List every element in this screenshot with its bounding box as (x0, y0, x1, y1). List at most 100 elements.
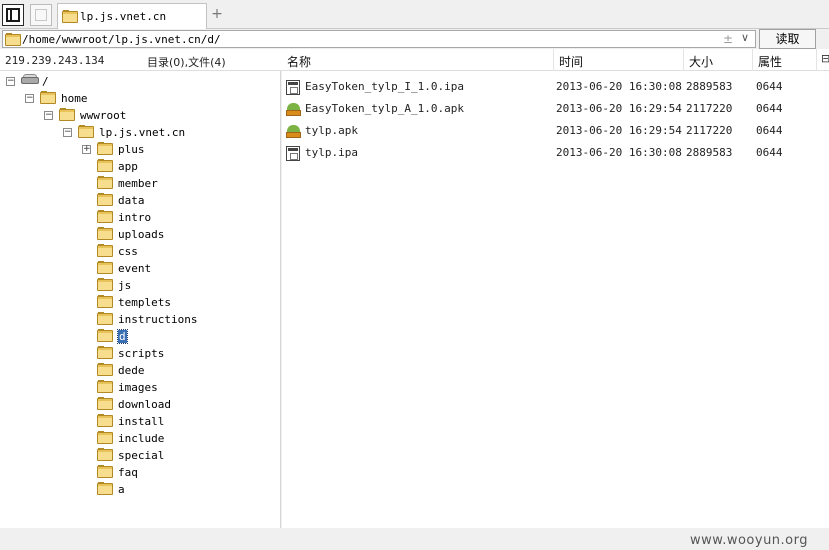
collapse-toggle[interactable]: − (63, 128, 72, 137)
file-size: 2117220 (686, 124, 733, 137)
tree-label: a (118, 483, 125, 496)
new-tab-button[interactable]: + (210, 6, 224, 22)
file-size: 2889583 (686, 146, 733, 159)
column-attr-header[interactable]: 属性 (758, 53, 782, 70)
file-row[interactable]: EasyToken_tylp_A_1.0.apk 2013-06-20 16:29… (282, 97, 829, 119)
folder-icon (97, 414, 113, 430)
folder-icon (97, 227, 113, 243)
tree-label: wwwroot (80, 109, 127, 122)
folder-icon (78, 125, 94, 141)
address-bar: ± ∨ 读取 (0, 29, 829, 49)
folder-icon (97, 397, 113, 413)
file-name: EasyToken_tylp_I_1.0.ipa (305, 80, 464, 93)
folder-icon (62, 10, 78, 26)
tree-label: plus (118, 143, 145, 156)
tab-label: lp.js.vnet.cn (80, 10, 167, 23)
server-ip: 219.239.243.134 (5, 54, 105, 67)
ipa-file-icon (286, 80, 300, 95)
dir-file-counts: 目录(0),文件(4) (147, 56, 226, 69)
folder-icon (97, 482, 113, 498)
folder-icon (97, 448, 113, 464)
path-field[interactable]: ± ∨ (2, 30, 756, 48)
tree-label: lp.js.vnet.cn (99, 126, 186, 139)
column-divider[interactable] (683, 49, 684, 71)
path-input[interactable] (22, 32, 702, 46)
file-size: 2889583 (686, 80, 733, 93)
panel-toggle-button[interactable] (2, 4, 24, 26)
tree-label: dede (118, 364, 145, 377)
file-name: tylp.apk (305, 124, 358, 137)
folder-icon (59, 108, 75, 124)
folder-icon (97, 278, 113, 294)
tree-label: intro (118, 211, 152, 224)
tree-label: instructions (118, 313, 198, 326)
watermark: www.wooyun.org (690, 533, 809, 548)
file-time: 2013-06-20 16:30:08 (556, 80, 682, 93)
file-row[interactable]: tylp.ipa 2013-06-20 16:30:08 2889583 0644 (282, 141, 829, 163)
tree-label: app (118, 160, 138, 173)
tree-label: special (118, 449, 165, 462)
blank-tab-button[interactable] (30, 4, 52, 26)
tree-label: images (118, 381, 158, 394)
tree-label: data (118, 194, 145, 207)
tree-label: faq (118, 466, 138, 479)
tree-label: d (117, 329, 128, 344)
folder-icon (5, 33, 21, 49)
tab-strip: lp.js.vnet.cn + (0, 0, 829, 29)
file-row[interactable]: tylp.apk 2013-06-20 16:29:54 2117220 0644 (282, 119, 829, 141)
collapse-toggle[interactable]: − (25, 94, 34, 103)
collapse-icon[interactable]: ⊟ (821, 52, 829, 65)
column-divider[interactable] (553, 49, 554, 71)
read-button[interactable]: 读取 (759, 29, 816, 49)
panel-icon (6, 8, 20, 22)
collapse-toggle[interactable]: − (44, 111, 53, 120)
tree-label: include (118, 432, 165, 445)
folder-icon (97, 465, 113, 481)
column-divider[interactable] (816, 49, 817, 71)
blank-page-icon (35, 9, 47, 21)
expand-toggle[interactable]: + (82, 145, 91, 154)
tree-label: / (42, 75, 49, 88)
bottom-strip: www.wooyun.org (0, 528, 829, 550)
folder-icon (97, 346, 113, 362)
folder-icon (40, 91, 56, 107)
folder-icon (97, 210, 113, 226)
file-row[interactable]: EasyToken_tylp_I_1.0.ipa 2013-06-20 16:30… (282, 75, 829, 97)
folder-icon (97, 329, 113, 345)
tree-label: templets (118, 296, 171, 309)
tree-label: scripts (118, 347, 165, 360)
file-name: EasyToken_tylp_A_1.0.apk (305, 102, 464, 115)
folder-icon (97, 244, 113, 260)
file-list: EasyToken_tylp_I_1.0.ipa 2013-06-20 16:30… (282, 71, 829, 528)
file-attr: 0644 (756, 102, 783, 115)
chevron-down-icon[interactable]: ∨ (741, 31, 749, 44)
tree-label: install (118, 415, 165, 428)
folder-icon (97, 176, 113, 192)
folder-icon (97, 312, 113, 328)
ipa-file-icon (286, 146, 300, 161)
directory-tree: − / − home − wwwroot − lp.js.vnet.cn + pl… (0, 71, 281, 528)
tree-label: event (118, 262, 152, 275)
column-name-header[interactable]: 名称 (287, 53, 311, 70)
collapse-toggle[interactable]: − (6, 77, 15, 86)
column-divider[interactable] (752, 49, 753, 71)
file-name: tylp.ipa (305, 146, 358, 159)
file-size: 2117220 (686, 102, 733, 115)
folder-icon (97, 363, 113, 379)
tree-label: uploads (118, 228, 165, 241)
column-time-header[interactable]: 时间 (559, 53, 583, 70)
folder-icon (97, 142, 113, 158)
apk-file-icon (286, 102, 301, 117)
column-size-header[interactable]: 大小 (689, 53, 713, 70)
file-attr: 0644 (756, 124, 783, 137)
tree-label: member (118, 177, 158, 190)
folder-icon (97, 193, 113, 209)
tab-site[interactable]: lp.js.vnet.cn (57, 3, 207, 29)
drive-icon (21, 74, 39, 88)
folder-icon (97, 431, 113, 447)
plus-minus-icon[interactable]: ± (723, 32, 733, 46)
tree-label: js (118, 279, 132, 292)
header-row: 219.239.243.134 目录(0),文件(4) 名称 时间 大小 属性 … (0, 49, 829, 71)
folder-icon (97, 380, 113, 396)
folder-icon (97, 295, 113, 311)
